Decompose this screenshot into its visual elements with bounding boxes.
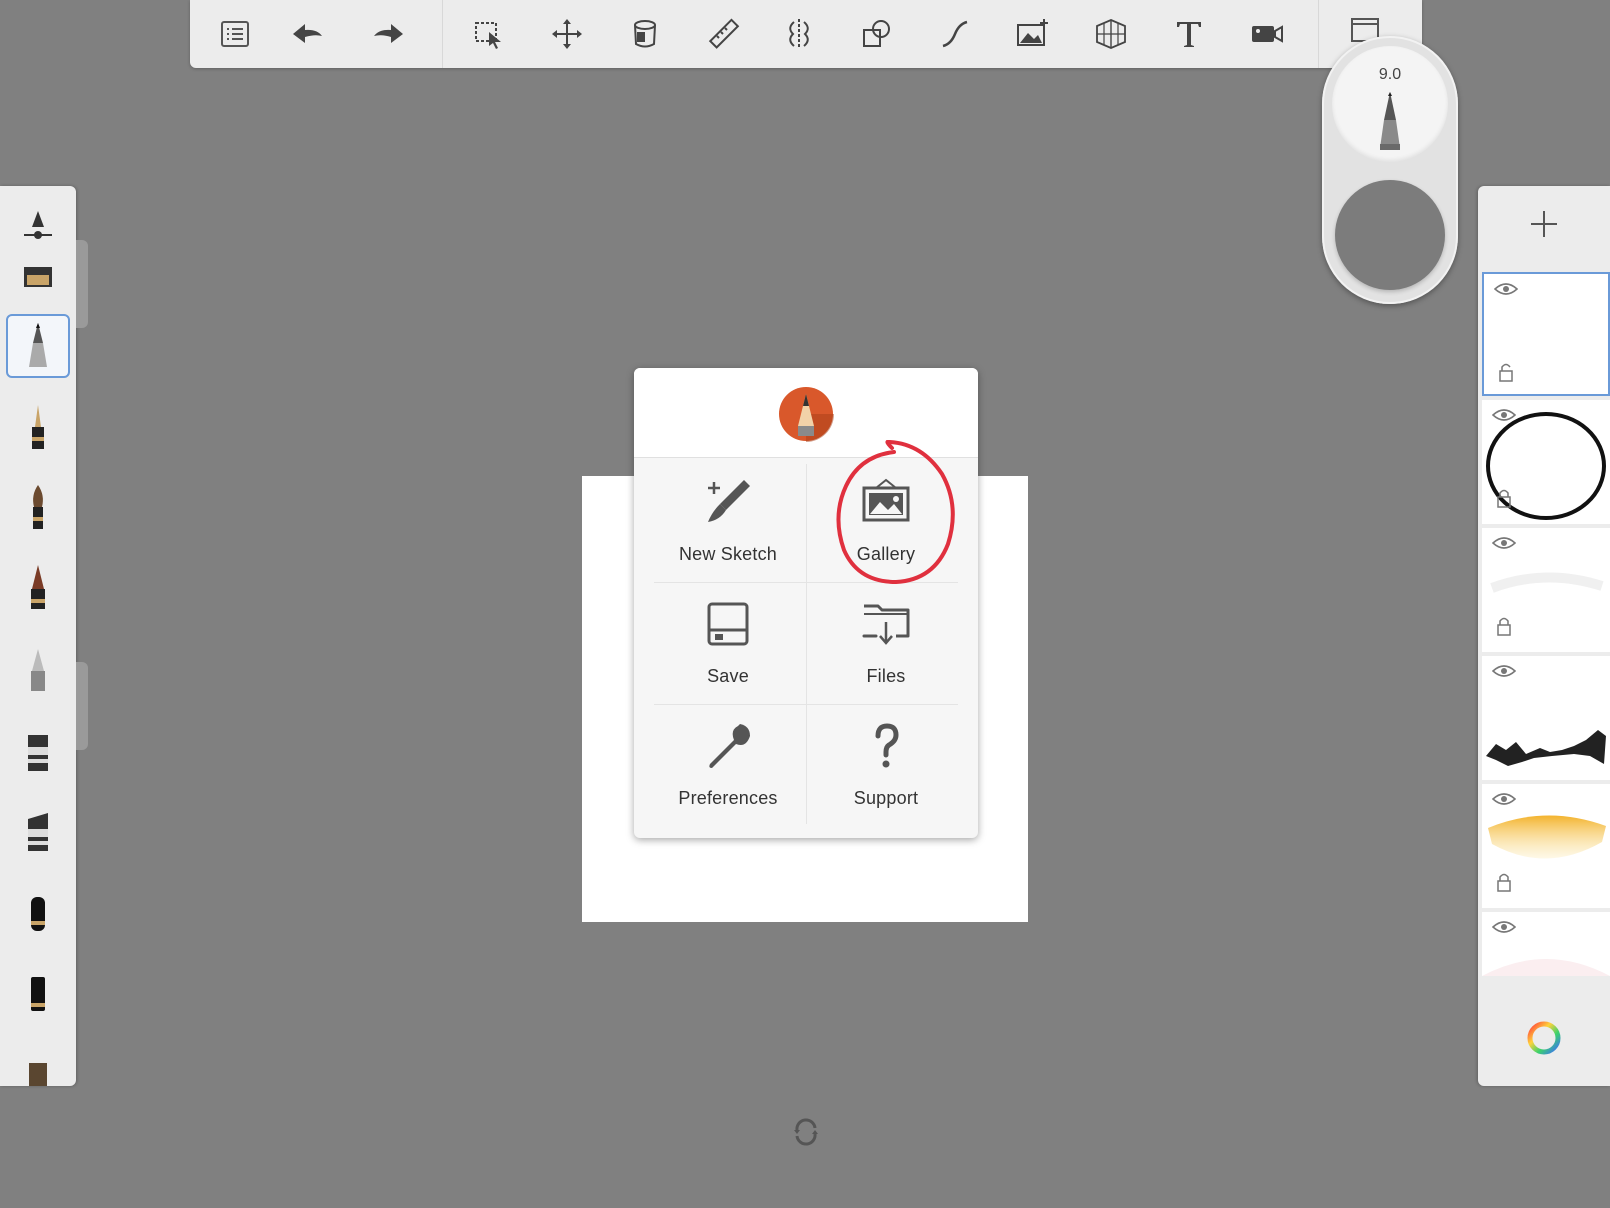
- paintbrush-icon[interactable]: [6, 476, 70, 540]
- palette-scroll-handle[interactable]: [76, 662, 88, 750]
- menu-item-label: New Sketch: [678, 544, 778, 564]
- eye-icon[interactable]: [1494, 280, 1518, 298]
- brush-opacity-control[interactable]: [1335, 180, 1445, 290]
- text-icon[interactable]: [1162, 10, 1216, 58]
- brush-size-value: 9.0: [1378, 66, 1402, 83]
- eye-icon[interactable]: [1492, 534, 1516, 552]
- lock-icon[interactable]: [1498, 362, 1514, 382]
- symmetry-icon[interactable]: [772, 10, 826, 58]
- lock-icon[interactable]: [1496, 616, 1512, 636]
- toolbar-divider: [1318, 0, 1319, 68]
- video-camera-icon[interactable]: [1240, 10, 1294, 58]
- shapes-icon[interactable]: [850, 10, 904, 58]
- preferences-button[interactable]: Preferences: [650, 708, 806, 826]
- brush-palette: [0, 186, 76, 1086]
- undo-arrow-icon[interactable]: [280, 10, 334, 58]
- lock-icon[interactable]: [1496, 488, 1512, 508]
- eye-icon[interactable]: [1492, 918, 1516, 936]
- wrench-icon: [709, 724, 750, 768]
- ballpoint-pen-icon[interactable]: [6, 396, 70, 460]
- wide-marker-icon[interactable]: [6, 798, 70, 862]
- plus-icon: [1531, 211, 1557, 237]
- selection-icon[interactable]: [462, 10, 516, 58]
- eye-icon[interactable]: [1492, 790, 1516, 808]
- ink-pen-icon[interactable]: [6, 556, 70, 620]
- brush-puck[interactable]: 9.0: [1322, 36, 1458, 304]
- menu-header: [634, 368, 978, 458]
- felt-tip-icon[interactable]: [6, 880, 70, 944]
- eye-icon[interactable]: [1492, 406, 1516, 424]
- new-sketch-button[interactable]: New Sketch: [650, 464, 806, 582]
- main-menu: New Sketch Gallery Save Files Preference…: [634, 368, 978, 838]
- redo-arrow-icon[interactable]: [362, 10, 416, 58]
- add-image-icon[interactable]: [1006, 10, 1060, 58]
- paint-tube-icon[interactable]: [6, 960, 70, 1024]
- color-wheel-icon[interactable]: [1522, 1016, 1566, 1060]
- files-icon: [862, 604, 910, 645]
- palette-scroll-handle[interactable]: [76, 240, 88, 328]
- layer-item[interactable]: [1482, 912, 1610, 976]
- chisel-marker-icon[interactable]: [6, 718, 70, 782]
- save-button[interactable]: Save: [650, 586, 806, 704]
- save-icon: [707, 602, 749, 646]
- menu-item-label: Save: [707, 666, 749, 686]
- layer-item[interactable]: [1482, 784, 1610, 908]
- menu-divider: [806, 464, 807, 824]
- layer-item[interactable]: [1482, 272, 1610, 396]
- menu-item-label: Support: [853, 788, 919, 808]
- layer-item[interactable]: [1482, 400, 1610, 524]
- paint-bucket-icon[interactable]: [618, 10, 672, 58]
- app-logo-icon: [779, 387, 834, 442]
- curve-icon[interactable]: [928, 10, 982, 58]
- menu-divider: [654, 582, 958, 583]
- question-icon: [875, 723, 899, 768]
- airbrush-icon[interactable]: [6, 638, 70, 702]
- pencil-icon: [1380, 92, 1400, 150]
- marker-icon[interactable]: [6, 246, 70, 310]
- toolbar-divider: [442, 0, 443, 68]
- ruler-icon[interactable]: [696, 10, 750, 58]
- move-icon[interactable]: [540, 10, 594, 58]
- new-sketch-icon: [708, 480, 750, 522]
- support-button[interactable]: Support: [808, 708, 964, 826]
- layer-panel: [1478, 186, 1610, 1086]
- eye-icon[interactable]: [1492, 662, 1516, 680]
- gallery-button[interactable]: Gallery: [808, 464, 964, 582]
- brush-size-control[interactable]: 9.0: [1332, 46, 1448, 162]
- menu-item-label: Files: [866, 666, 906, 686]
- menu-item-label: Gallery: [856, 544, 916, 564]
- top-toolbar: [190, 0, 1422, 68]
- list-icon[interactable]: [208, 10, 262, 58]
- menu-divider: [654, 704, 958, 705]
- pencil-icon[interactable]: [6, 314, 70, 378]
- files-button[interactable]: Files: [808, 586, 964, 704]
- menu-item-label: Preferences: [678, 788, 778, 808]
- rotate-icon[interactable]: [790, 1116, 822, 1148]
- add-layer-button[interactable]: [1478, 186, 1610, 262]
- perspective-grid-icon[interactable]: [1084, 10, 1138, 58]
- smudge-icon[interactable]: [6, 1034, 70, 1086]
- lock-icon[interactable]: [1496, 872, 1512, 892]
- gallery-icon: [862, 478, 910, 522]
- layer-item[interactable]: [1482, 528, 1610, 652]
- layer-item[interactable]: [1482, 656, 1610, 780]
